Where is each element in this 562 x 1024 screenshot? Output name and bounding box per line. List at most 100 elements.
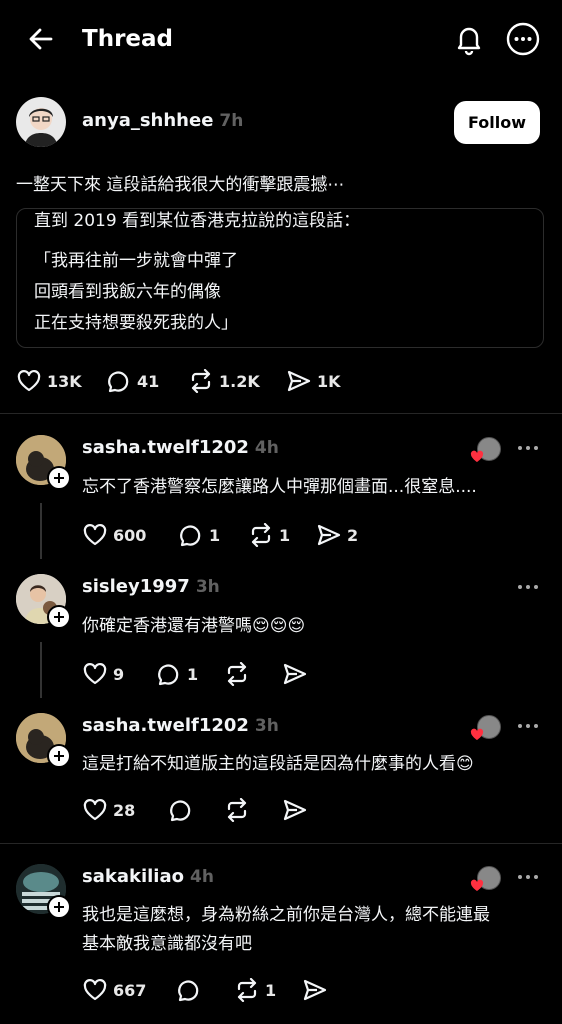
username[interactable]: sakakiliao (82, 866, 184, 887)
send-icon (283, 663, 307, 685)
repost-button[interactable] (224, 798, 250, 822)
timestamp: 4h (189, 867, 214, 887)
username[interactable]: sasha.twelf1202 (82, 437, 249, 458)
back-button[interactable] (26, 24, 56, 54)
more-options-icon[interactable] (518, 585, 538, 589)
comment-author: sasha.twelf1202 3h (82, 715, 279, 736)
divider (0, 843, 562, 844)
repost-icon (251, 523, 271, 547)
comment-text-row: 你確定香港還有港警嗎 😌😌😌 (82, 611, 305, 642)
like-count: 9 (113, 664, 125, 684)
comment-author: sasha.twelf1202 4h (82, 437, 279, 458)
heart-icon (83, 799, 107, 821)
comment-author: sisley1997 3h (82, 576, 220, 597)
comment-text: 你確定香港還有港警嗎 (82, 616, 252, 636)
follow-plus-button[interactable] (47, 744, 71, 768)
username[interactable]: sasha.twelf1202 (82, 715, 249, 736)
more-options-icon[interactable] (518, 724, 538, 728)
share-button[interactable]: 2 (316, 523, 358, 547)
share-count: 2 (347, 525, 359, 545)
reply-button[interactable] (168, 798, 194, 822)
reply-button[interactable]: 41 (106, 369, 159, 393)
like-button[interactable]: 28 (82, 798, 135, 822)
repost-button[interactable]: 1.2K (188, 369, 260, 393)
plus-icon (54, 751, 64, 761)
comment-text: 忘不了香港警察怎麼讓路人中彈那個畫面...很窒息.... (82, 477, 477, 497)
like-count: 13K (47, 371, 82, 391)
share-button[interactable] (282, 662, 308, 686)
quote-line: 回頭看到我飯六年的偶像 (34, 282, 221, 302)
repost-count: 1 (279, 525, 291, 545)
follow-plus-button[interactable] (47, 466, 71, 490)
like-count: 667 (113, 980, 147, 1000)
post-author: anya_shhhee 7h (82, 110, 243, 131)
follow-plus-button[interactable] (47, 605, 71, 629)
share-count: 1K (317, 371, 341, 391)
reply-button[interactable] (176, 978, 202, 1002)
repost-icon (237, 978, 257, 1002)
plus-icon (54, 612, 64, 622)
quote-line: 「我再往前一步就會中彈了 (34, 251, 238, 271)
heart-icon (83, 979, 107, 1001)
send-icon (283, 799, 307, 821)
avatar-image (24, 108, 58, 147)
post-text: 一整天下來 這段話給我很大的衝擊跟震撼⋯ (16, 175, 345, 195)
send-icon (317, 524, 341, 546)
share-button[interactable] (282, 798, 308, 822)
like-button[interactable]: 13K (16, 369, 82, 393)
comment-icon (158, 664, 179, 686)
reply-button[interactable]: 1 (178, 523, 220, 547)
send-icon (303, 979, 327, 1001)
repost-button[interactable] (224, 662, 250, 686)
comment-author: sakakiliao 4h (82, 866, 214, 887)
reply-count: 41 (137, 371, 160, 391)
bell-icon (457, 27, 481, 56)
repost-icon (227, 662, 247, 686)
comment-icon (178, 980, 199, 1002)
follow-button[interactable]: Follow (454, 101, 540, 144)
comment-text-row: 這是打給不知道版主的這段話是因為什麼事的人看 😊 (82, 749, 474, 780)
reply-button[interactable]: 1 (156, 662, 198, 686)
heart-icon (17, 370, 41, 392)
send-icon (287, 370, 311, 392)
more-options-icon[interactable] (518, 446, 538, 450)
username[interactable]: anya_shhhee (82, 110, 213, 131)
emoji: 😌😌😌 (252, 616, 306, 636)
timestamp: 3h (254, 716, 279, 736)
heart-icon (83, 524, 107, 546)
share-button[interactable] (302, 978, 328, 1002)
heart-badge-icon (470, 728, 484, 741)
more-options-icon[interactable] (518, 875, 538, 879)
plus-icon (54, 473, 64, 483)
quote-line: 正在支持想要殺死我的人」 (34, 313, 238, 333)
back-arrow-icon (29, 28, 53, 50)
reply-count: 1 (187, 664, 199, 684)
comment-icon (170, 800, 191, 822)
like-count: 600 (113, 525, 147, 545)
thread-line (40, 642, 42, 698)
more-options-button[interactable] (506, 22, 540, 56)
timestamp: 4h (254, 438, 279, 458)
plus-icon (54, 902, 64, 912)
repost-icon (227, 798, 247, 822)
repost-count: 1.2K (219, 371, 260, 391)
share-button[interactable]: 1K (286, 369, 341, 393)
avatar[interactable] (16, 97, 66, 147)
like-button[interactable]: 9 (82, 662, 124, 686)
repost-button[interactable]: 1 (234, 978, 276, 1002)
notifications-button[interactable] (452, 22, 486, 56)
like-count: 28 (113, 800, 136, 820)
username[interactable]: sisley1997 (82, 576, 190, 597)
page-title: Thread (82, 26, 173, 52)
comment-text: 這是打給不知道版主的這段話是因為什麼事的人看 (82, 754, 456, 774)
comment-text: 基本敵我意識都沒有吧 (82, 934, 252, 954)
comment-icon (108, 371, 129, 393)
like-button[interactable]: 600 (82, 523, 146, 547)
comment-icon (180, 525, 201, 547)
repost-button[interactable]: 1 (248, 523, 290, 547)
timestamp: 7h (219, 111, 244, 131)
comment-text: 我也是這麼想，身為粉絲之前你是台灣人，總不能連最 (82, 905, 490, 925)
follow-plus-button[interactable] (47, 895, 71, 919)
like-button[interactable]: 667 (82, 978, 146, 1002)
divider (0, 413, 562, 414)
